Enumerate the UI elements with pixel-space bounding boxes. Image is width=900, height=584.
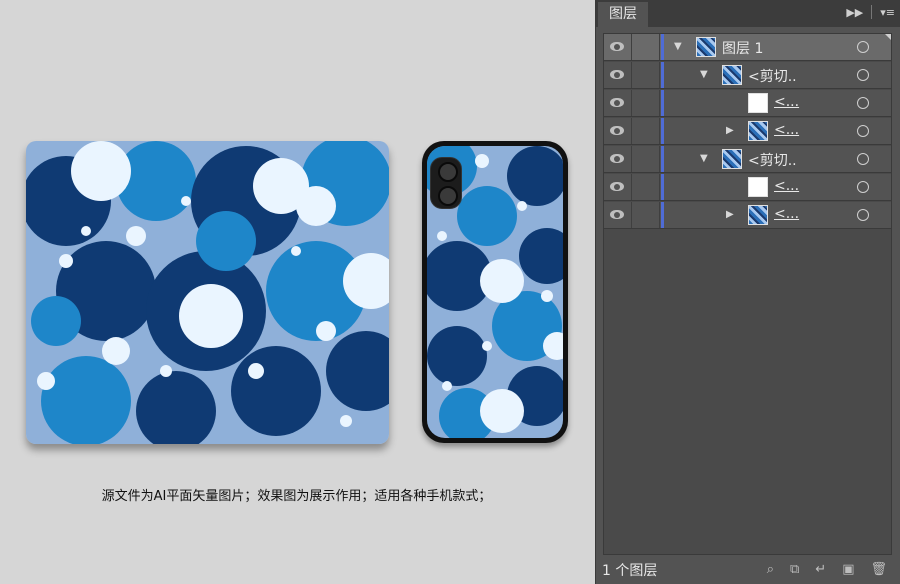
camera-module [430, 157, 462, 209]
layer-color-bar [661, 90, 664, 116]
layer-color-bar [661, 174, 664, 200]
layer-name[interactable]: <... [774, 206, 799, 222]
preview-canvas: 源文件为AI平面矢量图片；效果图为展示作用；适用各种手机款式； [0, 0, 595, 584]
visibility-toggle[interactable] [604, 118, 632, 144]
layer-thumbnail [748, 121, 768, 141]
lock-toggle[interactable] [631, 202, 660, 228]
visibility-toggle[interactable] [604, 90, 632, 116]
layer-row[interactable]: ▼ <剪切.. [604, 146, 891, 173]
make-clip-icon[interactable]: ⧉ [790, 562, 799, 577]
new-layer-icon[interactable]: ▣ [842, 562, 854, 577]
phone-case-mockup [422, 141, 568, 443]
layer-thumbnail [722, 149, 742, 169]
eye-icon [610, 98, 624, 107]
layers-list: ▼ 图层 1 ▼ <剪切.. <... ▶ <... ▼ <剪切.. <... ▶ <... [603, 33, 892, 555]
eye-icon [610, 210, 624, 219]
delete-icon[interactable]: 🗑 [870, 562, 887, 577]
layer-row[interactable]: <... [604, 174, 891, 201]
layer-name[interactable]: <... [774, 94, 799, 110]
visibility-toggle[interactable] [604, 62, 632, 88]
layer-count-label: 1 个图层 [602, 563, 658, 579]
target-circle-icon[interactable] [857, 181, 869, 193]
layer-thumbnail [696, 37, 716, 57]
mousepad-mockup [26, 141, 389, 444]
panel-menu-icon[interactable]: ▾≡ [880, 6, 895, 19]
lock-toggle[interactable] [631, 146, 660, 172]
target-circle-icon[interactable] [857, 97, 869, 109]
lock-toggle[interactable] [631, 174, 660, 200]
layer-color-bar [661, 202, 664, 228]
visibility-toggle[interactable] [604, 34, 632, 60]
visibility-toggle[interactable] [604, 174, 632, 200]
panel-header-controls: ▶▶ ▾≡ [846, 5, 895, 19]
visibility-toggle[interactable] [604, 146, 632, 172]
layer-thumbnail [748, 93, 768, 113]
panel-header: 图层 ▶▶ ▾≡ [596, 0, 900, 27]
layer-color-bar [661, 62, 664, 88]
collapse-triangle-icon[interactable]: ▼ [700, 153, 708, 164]
collapse-panel-icon[interactable]: ▶▶ [846, 6, 863, 19]
layer-thumbnail [748, 177, 768, 197]
collapse-triangle-icon[interactable]: ▼ [700, 69, 708, 80]
layers-panel: 图层 ▶▶ ▾≡ ▼ 图层 1 ▼ <剪切.. <... ▶ <... ▼ <剪切.. <... ▶… [595, 0, 900, 584]
panel-footer: 1 个图层 ⌕ ⧉ ↵ ▣ 🗑 [596, 556, 900, 584]
layer-thumbnail [748, 205, 768, 225]
eye-icon [610, 154, 624, 163]
layer-row[interactable]: ▼ <剪切.. [604, 62, 891, 89]
lock-toggle[interactable] [631, 34, 660, 60]
collapse-triangle-icon[interactable]: ▼ [674, 41, 682, 52]
eye-icon [610, 42, 624, 51]
lock-toggle[interactable] [631, 118, 660, 144]
layer-name[interactable]: <... [774, 122, 799, 138]
layer-row[interactable]: ▶ <... [604, 118, 891, 145]
layer-thumbnail [722, 65, 742, 85]
tab-layers[interactable]: 图层 [598, 2, 648, 27]
eye-icon [610, 70, 624, 79]
target-circle-icon[interactable] [857, 153, 869, 165]
camera-lens-icon [438, 186, 458, 206]
footer-toolbar: ⌕ ⧉ ↵ ▣ 🗑 [767, 562, 887, 577]
layer-name[interactable]: <剪切.. [748, 150, 797, 170]
expand-triangle-icon[interactable]: ▶ [726, 125, 734, 136]
eye-icon [610, 126, 624, 135]
layer-name[interactable]: <... [774, 178, 799, 194]
expand-triangle-icon[interactable]: ▶ [726, 209, 734, 220]
layer-row[interactable]: ▼ 图层 1 [604, 34, 891, 61]
target-circle-icon[interactable] [857, 125, 869, 137]
layer-color-bar [661, 146, 664, 172]
lock-toggle[interactable] [631, 62, 660, 88]
layer-color-bar [661, 118, 664, 144]
lock-toggle[interactable] [631, 90, 660, 116]
target-circle-icon[interactable] [857, 69, 869, 81]
selection-corner-icon [885, 34, 891, 40]
splatter-pattern-mousepad [26, 141, 389, 444]
caption-text: 源文件为AI平面矢量图片；效果图为展示作用；适用各种手机款式； [101, 489, 492, 504]
search-icon[interactable]: ⌕ [767, 562, 774, 577]
divider [871, 5, 873, 19]
layer-name[interactable]: 图层 1 [722, 38, 763, 58]
layer-color-bar [661, 34, 664, 60]
new-sublayer-icon[interactable]: ↵ [815, 562, 826, 577]
layer-name[interactable]: <剪切.. [748, 66, 797, 86]
layer-row[interactable]: <... [604, 90, 891, 117]
eye-icon [610, 182, 624, 191]
camera-lens-icon [438, 162, 458, 182]
target-circle-icon[interactable] [857, 41, 869, 53]
layer-row[interactable]: ▶ <... [604, 202, 891, 229]
target-circle-icon[interactable] [857, 209, 869, 221]
visibility-toggle[interactable] [604, 202, 632, 228]
